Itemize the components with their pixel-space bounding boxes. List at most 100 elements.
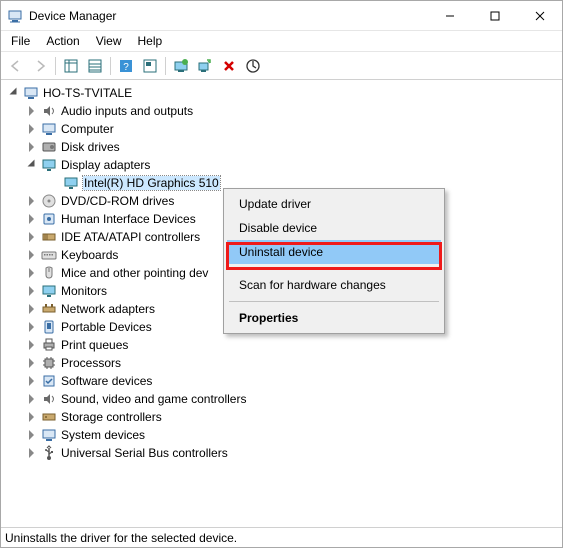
context-update-driver[interactable]: Update driver bbox=[227, 192, 441, 216]
tree-category[interactable]: System devices bbox=[3, 426, 560, 444]
tree-category-label: Human Interface Devices bbox=[61, 212, 196, 226]
tree-device-label: Intel(R) HD Graphics 510 bbox=[83, 176, 220, 190]
usb-icon bbox=[41, 445, 57, 461]
tree-category-label: Software devices bbox=[61, 374, 152, 388]
dvd-icon bbox=[41, 193, 57, 209]
context-disable-device[interactable]: Disable device bbox=[227, 216, 441, 240]
tree-category[interactable]: Storage controllers bbox=[3, 408, 560, 426]
storage-icon bbox=[41, 409, 57, 425]
svg-text:?: ? bbox=[123, 62, 129, 73]
tree-category-label: Processors bbox=[61, 356, 121, 370]
tree-category-label: Keyboards bbox=[61, 248, 118, 262]
menu-help[interactable]: Help bbox=[130, 32, 171, 50]
uninstall-button[interactable] bbox=[218, 55, 240, 77]
show-hide-tree-button[interactable] bbox=[60, 55, 82, 77]
tree-category[interactable]: Print queues bbox=[3, 336, 560, 354]
tree-category-display-adapters[interactable]: Display adapters bbox=[3, 156, 560, 174]
menu-view[interactable]: View bbox=[88, 32, 130, 50]
disk-icon bbox=[41, 139, 57, 155]
context-separator bbox=[229, 301, 439, 302]
hid-icon bbox=[41, 211, 57, 227]
expand-icon[interactable] bbox=[7, 86, 21, 100]
menu-file[interactable]: File bbox=[3, 32, 38, 50]
keyboard-icon bbox=[41, 247, 57, 263]
tree-category-label: Storage controllers bbox=[61, 410, 162, 424]
action-center-button[interactable] bbox=[139, 55, 161, 77]
mouse-icon bbox=[41, 265, 57, 281]
properties-button[interactable] bbox=[84, 55, 106, 77]
context-properties[interactable]: Properties bbox=[227, 306, 441, 330]
expand-icon[interactable] bbox=[25, 446, 39, 460]
tree-category[interactable]: Software devices bbox=[3, 372, 560, 390]
display-icon bbox=[41, 157, 57, 173]
tree-root-label: HO-TS-TVITALE bbox=[43, 86, 132, 100]
tree-root[interactable]: HO-TS-TVITALE bbox=[3, 84, 560, 102]
tree-category-label: Display adapters bbox=[61, 158, 150, 172]
tree-category[interactable]: Disk drives bbox=[3, 138, 560, 156]
disable-button[interactable] bbox=[242, 55, 264, 77]
titlebar: Device Manager bbox=[1, 1, 562, 31]
expand-icon[interactable] bbox=[25, 302, 39, 316]
close-button[interactable] bbox=[517, 1, 562, 30]
tree-category-label: Portable Devices bbox=[61, 320, 152, 334]
tree-category-label: Universal Serial Bus controllers bbox=[61, 446, 228, 460]
expand-icon[interactable] bbox=[25, 320, 39, 334]
expand-icon[interactable] bbox=[25, 338, 39, 352]
maximize-button[interactable] bbox=[472, 1, 517, 30]
tree-category[interactable]: Processors bbox=[3, 354, 560, 372]
expand-icon[interactable] bbox=[25, 392, 39, 406]
ide-icon bbox=[41, 229, 57, 245]
window-controls bbox=[427, 1, 562, 30]
tree-category-label: System devices bbox=[61, 428, 145, 442]
device-manager-window: Device Manager File Action View Help ? bbox=[0, 0, 563, 548]
expand-icon[interactable] bbox=[25, 230, 39, 244]
toolbar-separator bbox=[55, 57, 56, 75]
context-uninstall-device[interactable]: Uninstall device bbox=[227, 240, 441, 264]
toolbar: ? bbox=[1, 52, 562, 80]
processor-icon bbox=[41, 355, 57, 371]
expand-icon[interactable] bbox=[25, 428, 39, 442]
menu-action[interactable]: Action bbox=[38, 32, 87, 50]
context-menu: Update driver Disable device Uninstall d… bbox=[223, 188, 445, 334]
expand-icon[interactable] bbox=[25, 140, 39, 154]
update-driver-button[interactable] bbox=[170, 55, 192, 77]
expand-icon[interactable] bbox=[25, 410, 39, 424]
tree-category[interactable]: Computer bbox=[3, 120, 560, 138]
expand-icon[interactable] bbox=[25, 356, 39, 370]
software-icon bbox=[41, 373, 57, 389]
audio-icon bbox=[41, 103, 57, 119]
context-scan-hardware[interactable]: Scan for hardware changes bbox=[227, 273, 441, 297]
forward-button bbox=[29, 55, 51, 77]
minimize-button[interactable] bbox=[427, 1, 472, 30]
tree-category[interactable]: Sound, video and game controllers bbox=[3, 390, 560, 408]
expand-icon[interactable] bbox=[25, 194, 39, 208]
expand-icon[interactable] bbox=[25, 248, 39, 262]
scan-hardware-button[interactable] bbox=[194, 55, 216, 77]
context-separator bbox=[229, 268, 439, 269]
back-button bbox=[5, 55, 27, 77]
expand-icon[interactable] bbox=[25, 104, 39, 118]
tree-category-label: IDE ATA/ATAPI controllers bbox=[61, 230, 200, 244]
tree-category-label: Mice and other pointing dev bbox=[61, 266, 208, 280]
tree-category[interactable]: Audio inputs and outputs bbox=[3, 102, 560, 120]
network-icon bbox=[41, 301, 57, 317]
system-icon bbox=[41, 427, 57, 443]
tree-category[interactable]: Universal Serial Bus controllers bbox=[3, 444, 560, 462]
toolbar-separator bbox=[110, 57, 111, 75]
display-icon bbox=[63, 175, 79, 191]
tree-category-label: Audio inputs and outputs bbox=[61, 104, 193, 118]
portable-icon bbox=[41, 319, 57, 335]
expand-icon[interactable] bbox=[25, 212, 39, 226]
help-button[interactable]: ? bbox=[115, 55, 137, 77]
app-icon bbox=[7, 8, 23, 24]
expand-icon[interactable] bbox=[25, 158, 39, 172]
status-text: Uninstalls the driver for the selected d… bbox=[5, 531, 237, 545]
window-title: Device Manager bbox=[29, 9, 427, 23]
expand-icon[interactable] bbox=[25, 266, 39, 280]
toolbar-separator bbox=[165, 57, 166, 75]
expand-icon[interactable] bbox=[25, 374, 39, 388]
expand-icon[interactable] bbox=[25, 284, 39, 298]
sound-icon bbox=[41, 391, 57, 407]
tree-category-label: Computer bbox=[61, 122, 114, 136]
expand-icon[interactable] bbox=[25, 122, 39, 136]
